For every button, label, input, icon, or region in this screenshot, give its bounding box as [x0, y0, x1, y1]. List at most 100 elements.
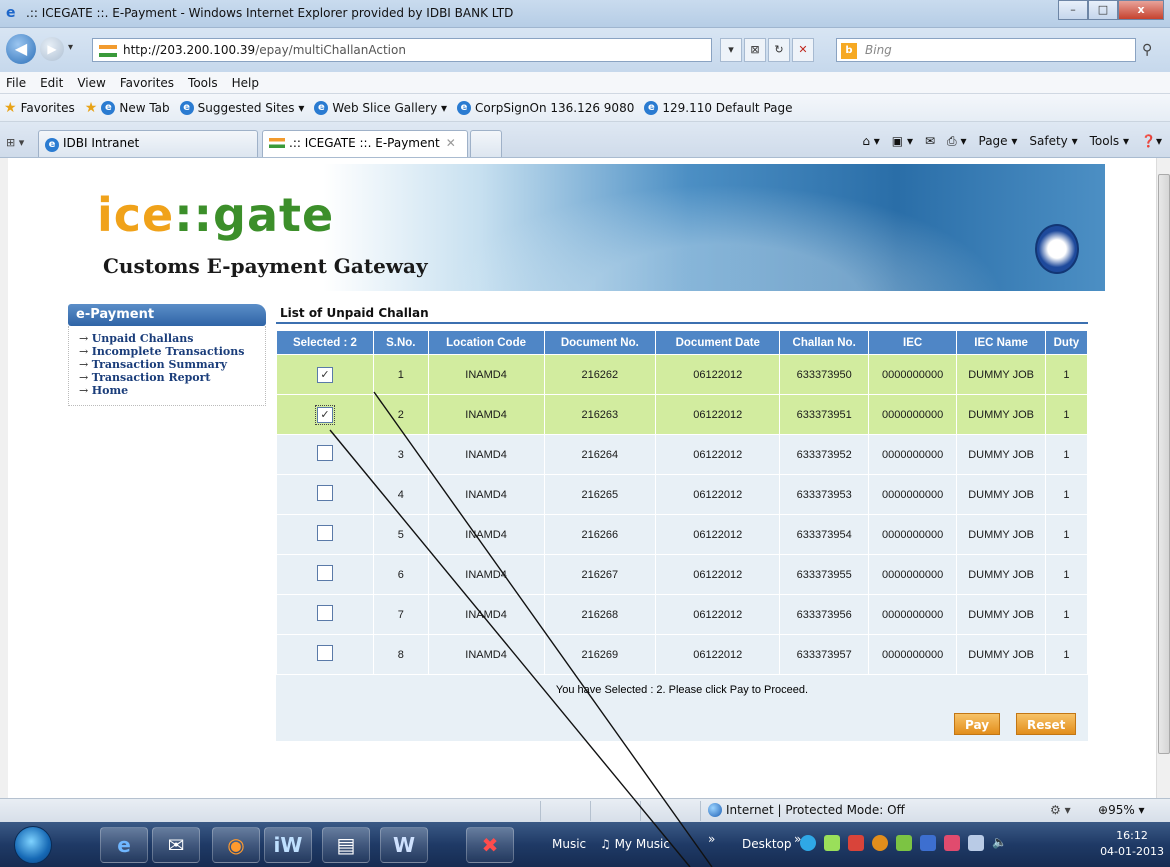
- firefox-taskbar-icon[interactable]: ◉: [212, 827, 260, 863]
- back-icon[interactable]: ◀: [6, 34, 36, 64]
- bing-icon: b: [841, 43, 857, 59]
- fav-default-page[interactable]: e 129.110 Default Page: [644, 100, 793, 115]
- address-bar[interactable]: http://203.200.100.39/epay/multiChallanA…: [92, 38, 712, 62]
- row-checkbox[interactable]: ✓: [316, 366, 333, 383]
- paint-taskbar-icon[interactable]: ✖: [466, 827, 514, 863]
- address-dropdown-icon[interactable]: ▾: [720, 38, 742, 62]
- cell-challan-no: 633373952: [779, 434, 869, 475]
- cmd-tools[interactable]: Tools ▾: [1090, 134, 1129, 149]
- row-checkbox[interactable]: [316, 485, 333, 501]
- scrollbar-thumb[interactable]: [1158, 174, 1170, 754]
- volume-icon[interactable]: 🔈: [992, 835, 1008, 851]
- cell-sno: 1: [372, 354, 429, 395]
- status-divider: [540, 801, 541, 821]
- history-dropdown-icon[interactable]: ▾: [68, 42, 73, 53]
- menu-tools[interactable]: Tools: [188, 72, 218, 93]
- select-cell: [276, 554, 374, 595]
- help-icon[interactable]: ❓▾: [1141, 134, 1162, 149]
- cmd-safety[interactable]: Safety ▾: [1029, 134, 1077, 149]
- outlook-taskbar-icon[interactable]: ✉: [152, 827, 200, 863]
- tray-icon[interactable]: [896, 835, 912, 851]
- iw-taskbar-icon[interactable]: iW: [264, 827, 312, 863]
- zoom-level[interactable]: ⊕95% ▾: [1098, 803, 1145, 817]
- sidebar-item-transaction-summary[interactable]: Transaction Summary: [79, 358, 265, 371]
- minimize-button[interactable]: –: [1058, 0, 1088, 20]
- desktop-toolbar[interactable]: Desktop: [742, 837, 792, 851]
- explorer-taskbar-icon[interactable]: ▤: [322, 827, 370, 863]
- close-button[interactable]: x: [1118, 0, 1164, 20]
- tab-idbi-intranet[interactable]: e IDBI Intranet: [38, 130, 258, 157]
- refresh-icon[interactable]: ↻: [768, 38, 790, 62]
- fav-corpsignon[interactable]: e CorpSignOn 136.126 9080: [457, 100, 634, 115]
- table-row: 5 INAMD4 216266 06122012 633373954 0000000000…: [276, 514, 1089, 555]
- security-zone[interactable]: Internet | Protected Mode: Off: [708, 803, 905, 817]
- network-icon[interactable]: [968, 835, 984, 851]
- start-button[interactable]: [14, 826, 52, 864]
- row-checkbox[interactable]: [316, 605, 333, 621]
- fav-suggested-sites[interactable]: e Suggested Sites ▾: [179, 100, 304, 115]
- menu-file[interactable]: File: [6, 72, 26, 93]
- fav-web-slice-gallery[interactable]: e Web Slice Gallery ▾: [314, 100, 447, 115]
- protected-mode-icon[interactable]: ⚙ ▾: [1050, 803, 1071, 817]
- print-icon[interactable]: ⎙ ▾: [947, 134, 966, 149]
- tray-icon[interactable]: [872, 835, 888, 851]
- vertical-scrollbar[interactable]: [1156, 158, 1170, 798]
- compatibility-icon[interactable]: ⊠: [744, 38, 766, 62]
- menu-help[interactable]: Help: [232, 72, 259, 93]
- cmd-page[interactable]: Page ▾: [979, 134, 1018, 149]
- tray-icon[interactable]: [848, 835, 864, 851]
- reset-button[interactable]: Reset: [1016, 713, 1077, 735]
- my-music-toolbar[interactable]: ♫ My Music: [600, 837, 670, 851]
- system-clock[interactable]: 16:12 04-01-2013: [1100, 828, 1164, 860]
- tray-icon[interactable]: [920, 835, 936, 851]
- maximize-button[interactable]: □: [1088, 0, 1118, 20]
- cell-iec: 0000000000: [867, 514, 958, 555]
- row-checkbox[interactable]: ✓: [314, 404, 335, 425]
- tray-icon[interactable]: [824, 835, 840, 851]
- select-cell: [276, 514, 374, 555]
- window-titlebar: e .:: ICEGATE ::. E-Payment - Windows In…: [0, 0, 1170, 28]
- favorites-button[interactable]: ★ Favorites: [4, 100, 75, 116]
- col-sno: S.No.: [372, 330, 429, 355]
- row-checkbox[interactable]: [316, 525, 333, 541]
- col-document-no: Document No.: [543, 330, 657, 355]
- new-tab-button[interactable]: [470, 130, 502, 157]
- word-taskbar-icon[interactable]: W: [380, 827, 428, 863]
- sidebar-item-home[interactable]: Home: [79, 384, 265, 397]
- sidebar-item-incomplete-transactions[interactable]: Incomplete Transactions: [79, 345, 265, 358]
- pay-button[interactable]: Pay: [954, 713, 1001, 735]
- fav-new-tab[interactable]: ★ e New Tab: [85, 100, 170, 116]
- feeds-icon[interactable]: ▣ ▾: [892, 134, 913, 149]
- ie-page-icon: e: [457, 100, 472, 115]
- page-title: List of Unpaid Challan: [276, 304, 1088, 324]
- stop-icon[interactable]: ✕: [792, 38, 814, 62]
- search-input[interactable]: b Bing: [836, 38, 1136, 62]
- ie-taskbar-icon[interactable]: e: [100, 827, 148, 863]
- home-icon[interactable]: ⌂ ▾: [862, 134, 879, 149]
- tab-icegate[interactable]: .:: ICEGATE ::. E-Payment ✕: [262, 130, 468, 157]
- col-iec-name: IEC Name: [956, 330, 1046, 355]
- music-toolbar[interactable]: Music: [552, 837, 586, 851]
- search-icon[interactable]: ⚲: [1142, 42, 1152, 58]
- row-checkbox[interactable]: [316, 645, 333, 661]
- menu-edit[interactable]: Edit: [40, 72, 63, 93]
- sidebar-item-unpaid-challans[interactable]: Unpaid Challans: [79, 332, 265, 345]
- tray-icon[interactable]: [944, 835, 960, 851]
- tray-icon[interactable]: [800, 835, 816, 851]
- cell-document-date: 06122012: [655, 354, 781, 395]
- menu-favorites[interactable]: Favorites: [120, 72, 174, 93]
- row-checkbox[interactable]: [316, 445, 333, 461]
- page-viewport: ice::gate Customs E-payment Gateway e-Pa…: [8, 158, 1156, 798]
- sidebar-item-transaction-report[interactable]: Transaction Report: [79, 371, 265, 384]
- cell-duty: 1: [1044, 434, 1089, 475]
- row-checkbox[interactable]: [316, 565, 333, 581]
- tab-close-icon[interactable]: ✕: [446, 136, 456, 150]
- menu-view[interactable]: View: [77, 72, 105, 93]
- toolbar-chevron-icon[interactable]: »: [708, 832, 715, 846]
- mail-icon[interactable]: ✉: [925, 134, 935, 149]
- cell-iec: 0000000000: [867, 594, 958, 635]
- cell-challan-no: 633373956: [779, 594, 869, 635]
- cell-challan-no: 633373953: [779, 474, 869, 515]
- forward-icon[interactable]: ▶: [40, 37, 64, 61]
- quick-tabs-icon[interactable]: ⊞ ▾: [6, 136, 24, 149]
